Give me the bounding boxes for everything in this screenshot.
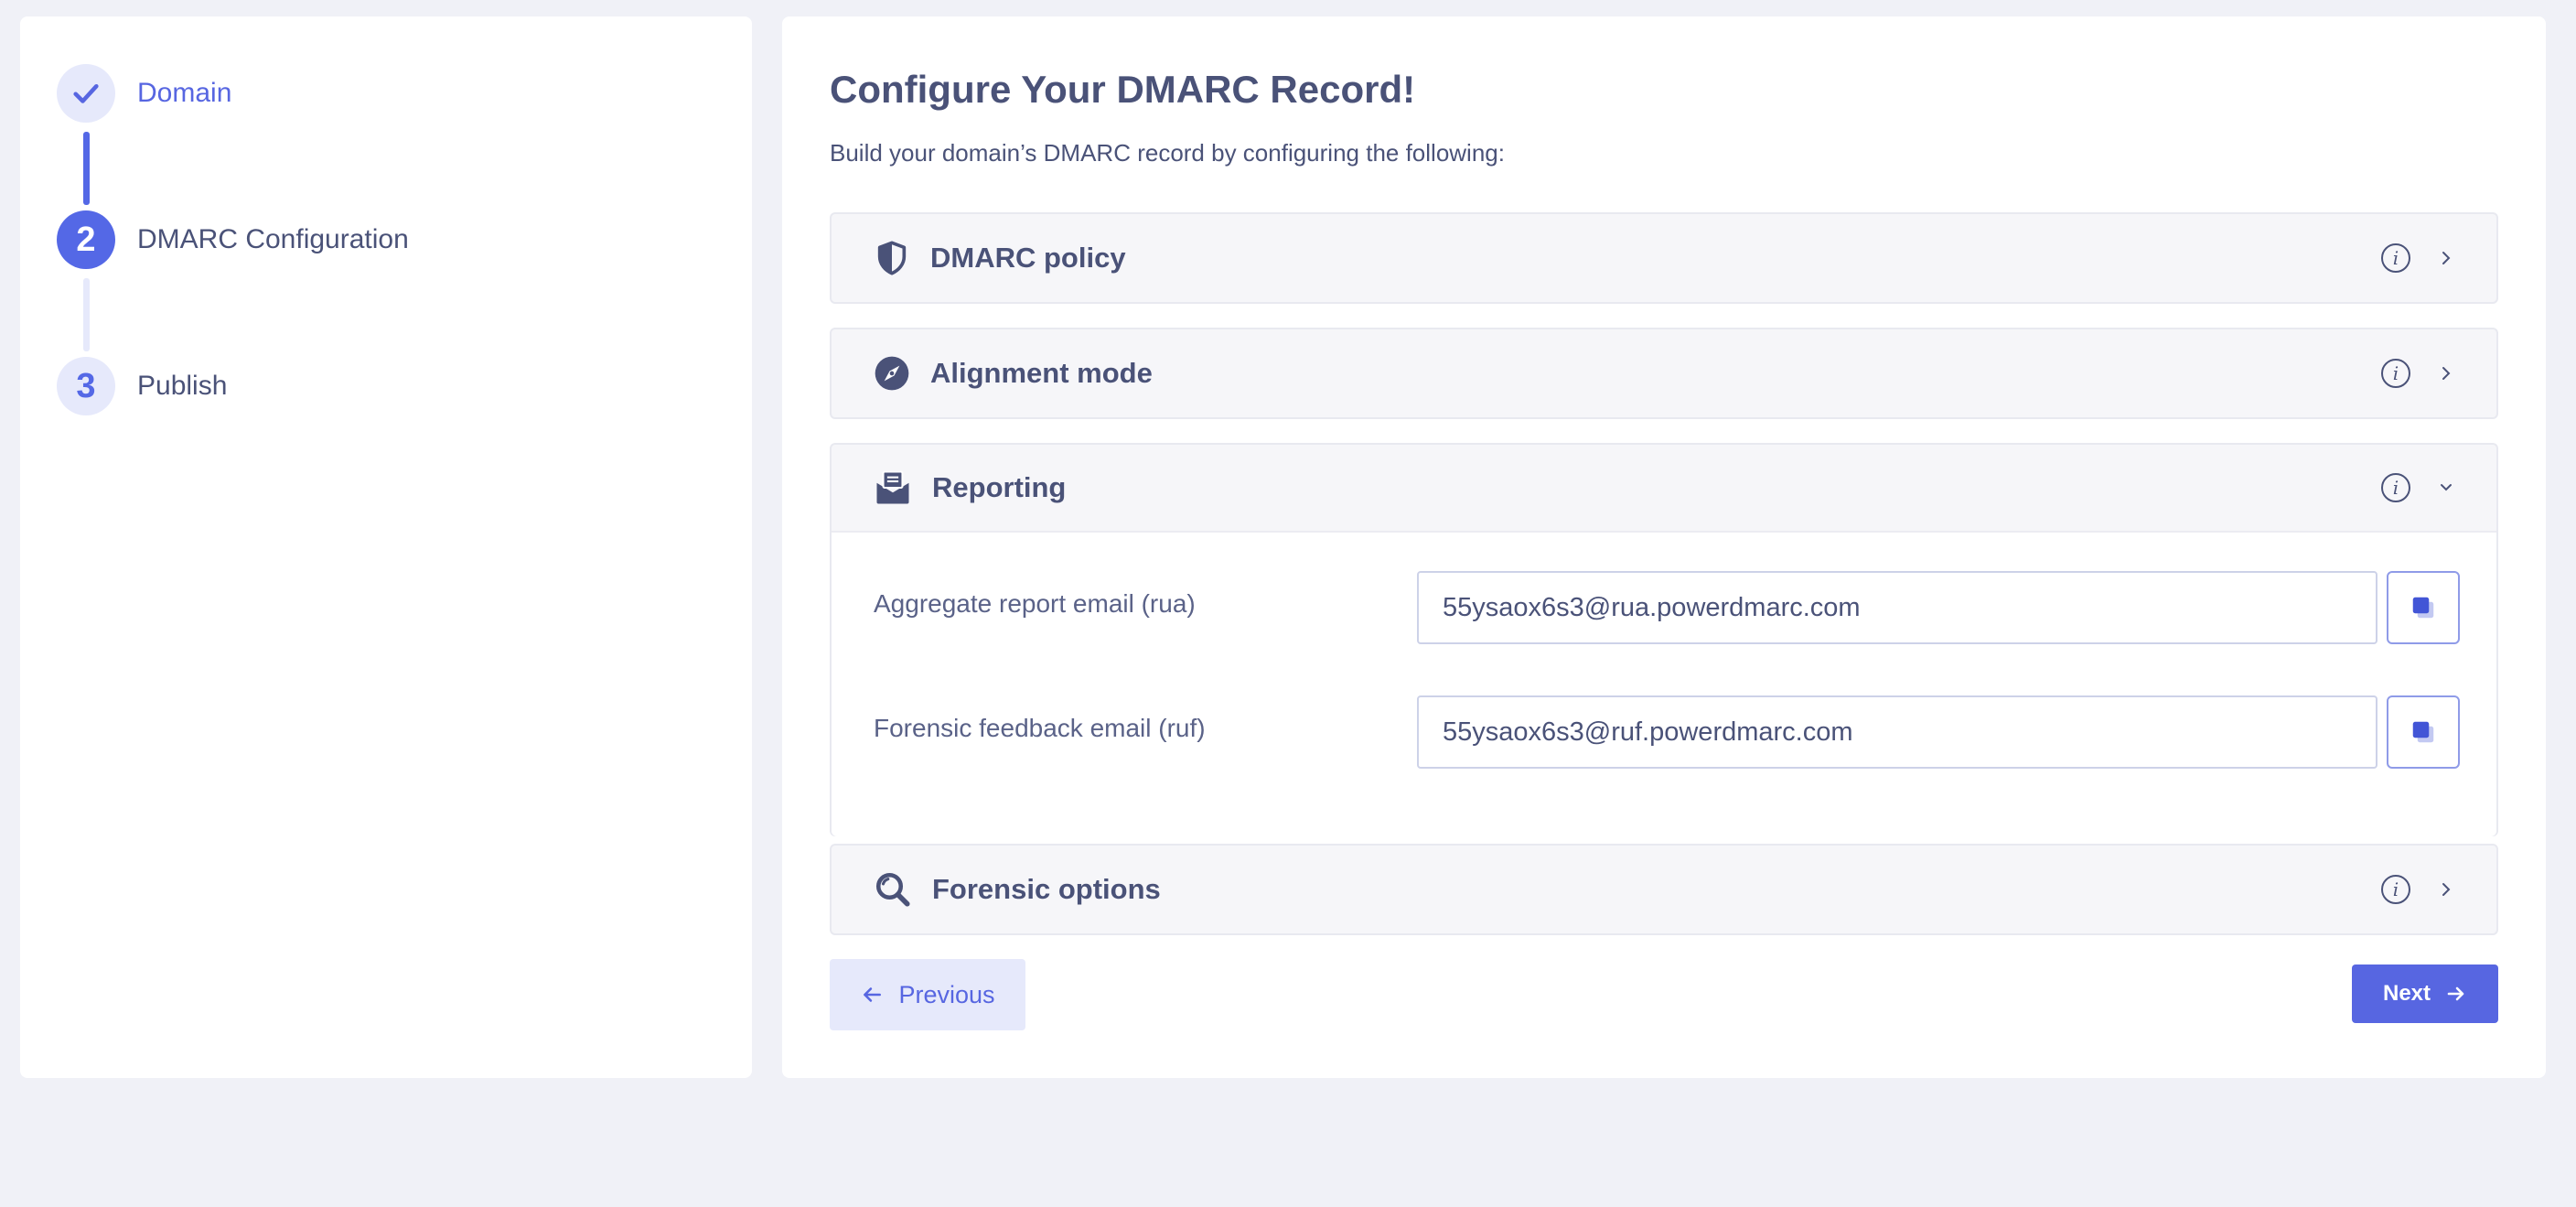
chevron-right-icon — [2438, 364, 2454, 383]
step-complete-circle — [57, 64, 115, 123]
panel-header-dmarc-policy[interactable]: DMARC policy i — [832, 214, 2496, 302]
copy-rua-button[interactable] — [2387, 571, 2460, 644]
panel-header-alignment-mode[interactable]: Alignment mode i — [832, 329, 2496, 417]
main-card: Configure Your DMARC Record! Build your … — [782, 16, 2546, 1078]
step-number-3: 3 — [57, 357, 115, 415]
panel-header-reporting[interactable]: Reporting i — [832, 445, 2496, 533]
step-publish[interactable]: 3 Publish — [57, 357, 227, 415]
stepper-sidebar: Domain 2 DMARC Configuration 3 Publish — [20, 16, 752, 1078]
panel-dmarc-policy: DMARC policy i — [830, 212, 2498, 304]
copy-icon — [2412, 721, 2434, 743]
copy-icon — [2412, 597, 2434, 619]
copy-ruf-button[interactable] — [2387, 695, 2460, 769]
info-icon[interactable]: i — [2381, 359, 2410, 388]
shield-icon — [877, 241, 907, 275]
panel-title-reporting: Reporting — [932, 471, 1067, 503]
panel-forensic-options: Forensic options i — [830, 844, 2498, 935]
step-number-2: 2 — [57, 210, 115, 269]
step-connector-pending — [83, 278, 90, 351]
previous-button[interactable]: Previous — [830, 959, 1025, 1030]
chevron-right-icon — [2438, 880, 2454, 899]
chevron-down-icon — [2438, 482, 2454, 493]
step-label-publish: Publish — [137, 371, 228, 401]
ruf-email-input[interactable] — [1417, 695, 2377, 769]
arrow-left-icon — [860, 983, 884, 1007]
page-title: Configure Your DMARC Record! — [830, 68, 1416, 111]
panel-title-forensic-options: Forensic options — [932, 873, 1161, 905]
panel-reporting: Reporting i Aggregate report email (rua) — [830, 443, 2498, 836]
rua-label: Aggregate report email (rua) — [874, 589, 1196, 618]
rua-email-input[interactable] — [1417, 571, 2377, 644]
page-subtitle: Build your domain’s DMARC record by conf… — [830, 139, 1505, 167]
info-icon[interactable]: i — [2381, 473, 2410, 502]
ruf-label: Forensic feedback email (ruf) — [874, 714, 1206, 742]
info-icon[interactable]: i — [2381, 243, 2410, 273]
search-icon — [875, 872, 910, 907]
step-label-domain: Domain — [137, 78, 232, 108]
step-domain[interactable]: Domain — [57, 64, 231, 123]
step-connector-complete — [83, 132, 90, 205]
compass-icon — [875, 356, 909, 391]
next-button-label: Next — [2382, 981, 2431, 1006]
step-label-dmarc-configuration: DMARC Configuration — [137, 224, 409, 254]
check-icon — [73, 83, 99, 103]
previous-button-label: Previous — [898, 980, 995, 1008]
panel-header-forensic-options[interactable]: Forensic options i — [832, 846, 2496, 933]
chevron-right-icon — [2438, 249, 2454, 267]
info-icon[interactable]: i — [2381, 875, 2410, 904]
mail-open-icon — [876, 470, 909, 504]
panel-title-alignment-mode: Alignment mode — [930, 357, 1153, 389]
panel-title-dmarc-policy: DMARC policy — [930, 242, 1126, 274]
next-button[interactable]: Next — [2352, 965, 2498, 1023]
panel-alignment-mode: Alignment mode i — [830, 328, 2498, 419]
panel-body-reporting: Aggregate report email (rua) Forensic fe… — [832, 533, 2496, 836]
arrow-right-icon — [2445, 983, 2467, 1005]
step-dmarc-configuration[interactable]: 2 DMARC Configuration — [57, 210, 409, 269]
